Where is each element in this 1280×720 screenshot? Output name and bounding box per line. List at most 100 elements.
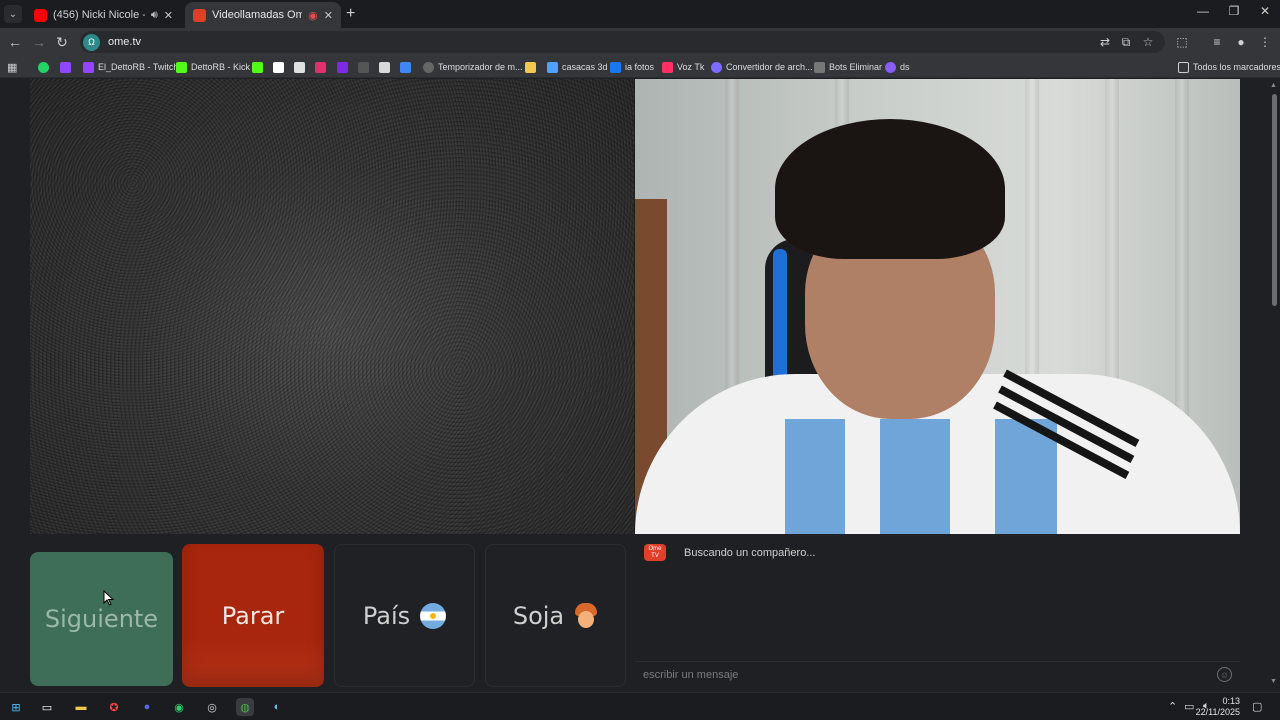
bookmark-item[interactable]: casacas 3d bbox=[547, 59, 608, 75]
ometv-favicon-icon bbox=[193, 8, 206, 22]
country-filter-button[interactable]: País bbox=[334, 544, 475, 687]
ometv-logo-icon: Ome TV bbox=[644, 544, 666, 561]
chat-status: Buscando un compañero... bbox=[684, 547, 816, 559]
bookmark-item[interactable] bbox=[337, 59, 348, 75]
bookmark-item[interactable] bbox=[38, 59, 49, 75]
translate-icon[interactable]: ⇄ bbox=[1097, 34, 1113, 50]
next-button[interactable]: Siguiente bbox=[30, 552, 173, 686]
chat-panel: Ome TV Buscando un compañero... ☺ bbox=[635, 538, 1240, 688]
bookmark-item[interactable] bbox=[273, 59, 284, 75]
profile-avatar-icon[interactable]: ● bbox=[1233, 34, 1249, 50]
bookmark-item[interactable]: Convertidor de arch... bbox=[711, 59, 813, 75]
windows-start-icon[interactable]: ⊞ bbox=[7, 698, 25, 716]
bookmark-item[interactable] bbox=[525, 59, 536, 75]
recording-icon: ◉ bbox=[308, 9, 318, 22]
bookmark-item[interactable] bbox=[315, 59, 326, 75]
windows-taskbar: ⊞ ▭ ▬ ✪ ● ◉ ◎ ◍ ◐ ⌃ ▭ 🔈︎ 0:13 22/11/2025… bbox=[0, 692, 1280, 720]
boy-emoji-icon bbox=[574, 602, 598, 629]
site-info-icon[interactable]: Ω bbox=[83, 33, 100, 51]
menu-kebab-icon[interactable]: ⋮ bbox=[1257, 34, 1273, 50]
network-icon[interactable]: ▭ bbox=[1184, 700, 1194, 713]
stop-button[interactable]: Parar bbox=[182, 544, 324, 687]
browser-toolbar: ← → ↻ Ω ome.tv ⇄ ⧉ ☆ ⬚ ≡ ● ⋮ bbox=[0, 28, 1280, 56]
bookmark-star-icon[interactable]: ☆ bbox=[1140, 34, 1156, 50]
steam-icon[interactable]: ◐ bbox=[268, 698, 286, 716]
gender-filter-button[interactable]: Soja bbox=[485, 544, 626, 687]
chrome-taskbar-icon[interactable]: ◍ bbox=[236, 698, 254, 716]
speaker-icon[interactable]: 🔊︎ bbox=[151, 9, 158, 22]
url-text[interactable]: ome.tv bbox=[108, 36, 141, 48]
page-scrollbar[interactable]: ▲ ▼ bbox=[1268, 80, 1280, 690]
folder-icon bbox=[1178, 61, 1189, 73]
stop-label: Parar bbox=[221, 601, 285, 630]
bookmark-item[interactable] bbox=[252, 59, 263, 75]
bookmark-item[interactable]: ds bbox=[885, 59, 910, 75]
canva-icon bbox=[337, 61, 348, 73]
tiktok-icon bbox=[273, 61, 284, 73]
chat-input-bar: ☺ bbox=[635, 661, 1240, 688]
address-bar[interactable]: Ω ome.tv bbox=[80, 31, 1165, 53]
notifications-icon[interactable]: ▢ bbox=[1252, 700, 1262, 713]
bookmark-item[interactable] bbox=[400, 59, 411, 75]
bookmark-label: casacas 3d bbox=[562, 62, 608, 72]
voice-icon bbox=[662, 61, 673, 73]
bookmark-label: DettoRB - Kick bbox=[191, 62, 251, 72]
chat-message-input[interactable] bbox=[643, 669, 1203, 681]
image-icon bbox=[547, 61, 558, 73]
close-tab-icon[interactable]: ✕ bbox=[324, 9, 333, 22]
whatsapp-taskbar-icon[interactable]: ◉ bbox=[170, 698, 188, 716]
bookmark-item[interactable] bbox=[358, 59, 369, 75]
back-icon[interactable]: ← bbox=[6, 34, 24, 50]
tab-search-chevron-icon[interactable]: ⌄ bbox=[4, 5, 22, 23]
youtube-icon bbox=[34, 8, 47, 22]
close-tab-icon[interactable]: ✕ bbox=[164, 9, 173, 22]
tab-youtube[interactable]: (456) Nicki Nicole - NO voy 🔊︎ ✕ bbox=[26, 2, 181, 28]
reload-icon[interactable]: ↻ bbox=[53, 34, 71, 50]
gender-label: Soja bbox=[512, 601, 565, 630]
instagram-icon bbox=[315, 61, 326, 73]
puzzle-icon bbox=[379, 61, 390, 73]
forward-icon[interactable]: → bbox=[30, 34, 48, 50]
install-app-icon[interactable]: ⧉ bbox=[1118, 34, 1134, 50]
tray-chevron-icon[interactable]: ⌃ bbox=[1168, 700, 1177, 713]
bookmark-label: ds bbox=[900, 62, 910, 72]
emoji-icon[interactable]: ☺ bbox=[1217, 667, 1232, 682]
close-window-icon[interactable]: ✕ bbox=[1250, 4, 1280, 18]
bookmark-item[interactable] bbox=[294, 59, 305, 75]
bookmark-item[interactable]: El_DettoRB - Twitch bbox=[83, 59, 178, 75]
obs-icon[interactable]: ◎ bbox=[203, 698, 221, 716]
scrollbar-thumb[interactable] bbox=[1272, 94, 1277, 306]
restore-icon[interactable]: ❐ bbox=[1219, 4, 1249, 18]
kick-icon bbox=[176, 61, 187, 73]
bookmark-item[interactable]: Bots Eliminar bbox=[814, 59, 882, 75]
file-explorer-icon[interactable]: ▬ bbox=[72, 698, 90, 716]
bookmark-label: Convertidor de arch... bbox=[726, 62, 813, 72]
minimize-icon[interactable]: — bbox=[1188, 4, 1218, 18]
bookmark-item[interactable] bbox=[60, 59, 71, 75]
all-bookmarks-button[interactable]: Todos los marcadores bbox=[1178, 59, 1280, 75]
timer-icon bbox=[423, 61, 434, 73]
discord-icon bbox=[885, 61, 896, 73]
apps-icon bbox=[400, 61, 411, 73]
kick-icon bbox=[252, 61, 263, 73]
media-control-icon[interactable]: ≡ bbox=[1209, 34, 1225, 50]
bot-icon bbox=[814, 61, 825, 73]
extensions-icon[interactable]: ⬚ bbox=[1174, 34, 1190, 50]
bookmark-item[interactable] bbox=[379, 59, 390, 75]
bookmark-label: Voz Tk bbox=[677, 62, 705, 72]
bookmark-item[interactable]: Temporizador de m... bbox=[423, 59, 523, 75]
system-clock[interactable]: 0:13 22/11/2025 bbox=[1196, 696, 1240, 718]
meta-icon bbox=[610, 61, 621, 73]
new-tab-icon[interactable]: + bbox=[346, 6, 355, 22]
bookmark-item[interactable]: DettoRB - Kick bbox=[176, 59, 250, 75]
bookmark-item[interactable]: ia fotos bbox=[610, 59, 654, 75]
app-red-icon[interactable]: ✪ bbox=[105, 698, 123, 716]
tab-strip: ⌄ (456) Nicki Nicole - NO voy 🔊︎ ✕ Video… bbox=[0, 0, 1280, 28]
discord-taskbar-icon[interactable]: ● bbox=[138, 698, 156, 716]
apps-grid-icon[interactable]: ▦ bbox=[7, 59, 17, 75]
tab-title: (456) Nicki Nicole - NO voy bbox=[53, 9, 145, 21]
bookmark-item[interactable]: Voz Tk bbox=[662, 59, 704, 75]
task-view-icon[interactable]: ▭ bbox=[38, 698, 56, 716]
tab-ometv[interactable]: Videollamadas OmeTV — A ◉ ✕ bbox=[185, 2, 341, 28]
argentina-flag-icon bbox=[420, 602, 447, 629]
